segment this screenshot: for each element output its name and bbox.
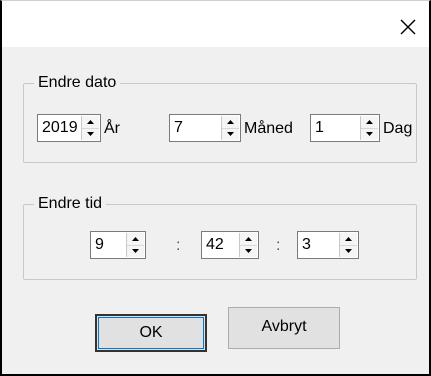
time-separator: :	[176, 237, 181, 254]
cancel-button[interactable]: Avbryt	[228, 307, 340, 349]
arrow-up-icon	[227, 120, 234, 124]
hour-spin-buttons	[126, 233, 144, 257]
arrow-down-icon	[227, 132, 234, 136]
year-spin-buttons	[81, 116, 99, 140]
date-time-dialog: Endre dato 2019 År 7 Måned 1 Dag Endre t…	[0, 0, 431, 376]
arrow-up-icon	[87, 120, 94, 124]
day-label: Dag	[383, 120, 413, 137]
day-spinner[interactable]: 1	[310, 114, 380, 142]
arrow-up-icon	[345, 237, 352, 241]
minute-value[interactable]: 42	[206, 236, 224, 254]
minute-down-button[interactable]	[240, 245, 257, 257]
close-button[interactable]	[394, 15, 420, 41]
arrow-down-icon	[366, 132, 373, 136]
month-value[interactable]: 7	[174, 119, 183, 137]
month-spinner[interactable]: 7	[169, 114, 241, 142]
hour-spinner[interactable]: 9	[90, 231, 146, 259]
second-value[interactable]: 3	[302, 236, 311, 254]
year-spinner[interactable]: 2019	[37, 114, 101, 142]
time-separator: :	[276, 237, 281, 254]
close-icon	[400, 19, 416, 35]
hour-value[interactable]: 9	[95, 236, 104, 254]
title-bar	[2, 1, 429, 47]
date-group: Endre dato 2019 År 7 Måned 1 Dag	[23, 74, 417, 163]
arrow-down-icon	[87, 132, 94, 136]
arrow-down-icon	[132, 249, 139, 253]
time-group: Endre tid 9 : 42: 3	[23, 195, 417, 280]
second-down-button[interactable]	[340, 245, 357, 257]
arrow-up-icon	[245, 237, 252, 241]
month-spin-buttons	[221, 116, 239, 140]
second-spinner[interactable]: 3	[297, 231, 359, 259]
day-value[interactable]: 1	[315, 119, 324, 137]
year-value[interactable]: 2019	[42, 119, 78, 137]
arrow-down-icon	[245, 249, 252, 253]
day-down-button[interactable]	[361, 128, 378, 140]
month-down-button[interactable]	[222, 128, 239, 140]
minute-spin-buttons	[239, 233, 257, 257]
second-spin-buttons	[339, 233, 357, 257]
hour-down-button[interactable]	[127, 245, 144, 257]
ok-button[interactable]: OK	[95, 314, 207, 352]
arrow-up-icon	[132, 237, 139, 241]
arrow-up-icon	[366, 120, 373, 124]
date-group-title: Endre dato	[34, 74, 121, 92]
minute-spinner[interactable]: 42	[201, 231, 259, 259]
month-label: Måned	[244, 120, 293, 137]
time-group-title: Endre tid	[34, 195, 107, 213]
year-label: År	[104, 120, 120, 137]
year-down-button[interactable]	[82, 128, 99, 140]
day-spin-buttons	[360, 116, 378, 140]
arrow-down-icon	[345, 249, 352, 253]
